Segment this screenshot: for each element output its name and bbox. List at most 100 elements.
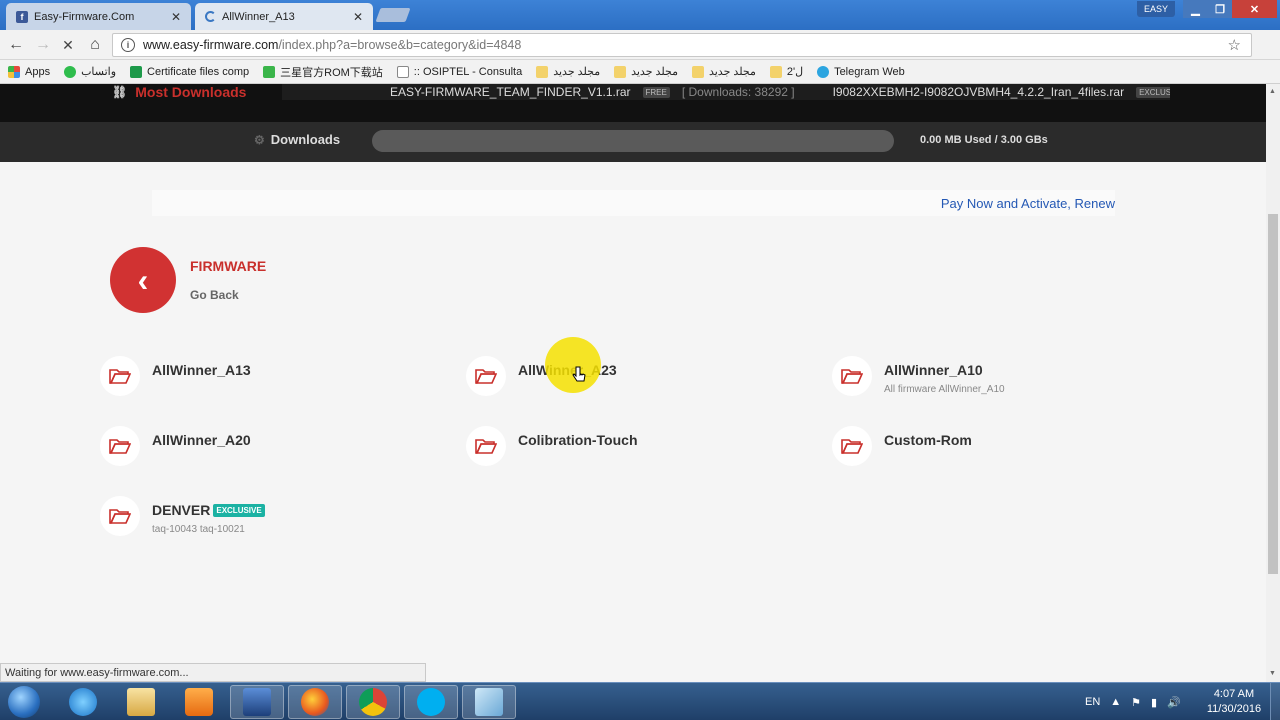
category-name: Colibration-Touch bbox=[518, 432, 638, 448]
category-colibration-touch[interactable]: Colibration-Touch bbox=[466, 426, 638, 466]
r-icon bbox=[263, 65, 276, 78]
go-back-block: ‹ FIRMWARE Go Back bbox=[110, 247, 266, 313]
maximize-button[interactable]: ❐ bbox=[1208, 0, 1232, 18]
taskbar-firefox[interactable] bbox=[288, 685, 342, 719]
minimize-button[interactable]: ▁ bbox=[1183, 0, 1208, 18]
most-downloads-heading: ⛓ Most Downloads bbox=[112, 84, 247, 100]
telegram-icon bbox=[817, 65, 830, 78]
tab-title: AllWinner_A13 bbox=[222, 10, 295, 23]
bookmark-osiptel[interactable]: :: OSIPTEL - Consulta bbox=[396, 65, 522, 78]
ticker-file-link[interactable]: EASY-FIRMWARE_TEAM_FINDER_V1.1.rar bbox=[390, 85, 631, 99]
category-allwinner-a13[interactable]: AllWinner_A13 bbox=[100, 356, 251, 396]
tray-expand-icon[interactable]: ▲ bbox=[1110, 696, 1121, 708]
folder-open-icon bbox=[832, 426, 872, 466]
whatsapp-icon bbox=[64, 65, 77, 78]
page-content: ⛓ Most Downloads EASY-FIRMWARE_TEAM_FIND… bbox=[0, 84, 1266, 666]
downloads-ticker: EASY-FIRMWARE_TEAM_FINDER_V1.1.rar FREE … bbox=[282, 84, 1170, 100]
new-tab-button[interactable] bbox=[375, 8, 411, 22]
info-icon[interactable]: i bbox=[121, 38, 135, 52]
media-player-icon bbox=[185, 688, 213, 716]
taskbar-internet-explorer[interactable] bbox=[56, 685, 110, 719]
language-indicator[interactable]: EN bbox=[1085, 696, 1100, 708]
category-description: taq-10043 taq-10021 bbox=[152, 524, 245, 535]
category-denver[interactable]: DENVER EXCLUSIVE taq-10043 taq-10021 bbox=[100, 496, 265, 536]
cursor-highlight bbox=[545, 337, 601, 393]
forward-arrow-icon[interactable]: → bbox=[32, 34, 54, 56]
downloads-usage-bar: ⚙ Downloads 0.00 MB Used / 3.00 GBs bbox=[0, 122, 1266, 162]
pay-now-link[interactable]: Pay Now and Activate, Renew bbox=[941, 196, 1115, 211]
folder-open-icon bbox=[100, 496, 140, 536]
clock-time: 4:07 AM bbox=[1213, 688, 1255, 700]
back-arrow-icon[interactable]: ← bbox=[5, 34, 27, 56]
browser-toolbar: ← → ✕ ⌂ i www.easy-firmware.com/index.ph… bbox=[0, 30, 1280, 85]
taskbar-file-explorer[interactable] bbox=[114, 685, 168, 719]
firefox-icon bbox=[301, 688, 329, 716]
network-icon[interactable]: ▮ bbox=[1151, 696, 1157, 709]
taskbar-network-tool[interactable] bbox=[230, 685, 284, 719]
windows-logo-icon bbox=[8, 686, 40, 718]
profile-badge[interactable]: EASY bbox=[1137, 1, 1175, 17]
bookmark-samsung-rom[interactable]: 三星官方ROM下载站 bbox=[263, 64, 383, 80]
bookmark-telegram[interactable]: Telegram Web bbox=[817, 65, 905, 78]
category-name: AllWinner_A10 bbox=[884, 362, 983, 378]
show-desktop-button[interactable] bbox=[1270, 683, 1280, 720]
notepad-icon bbox=[475, 688, 503, 716]
back-chevron-button[interactable]: ‹ bbox=[110, 247, 176, 313]
page-scrollbar[interactable]: ▲ ▼ bbox=[1266, 84, 1280, 682]
browser-title-bar: f Easy-Firmware.Com ✕ AllWinner_A13 ✕ EA… bbox=[0, 0, 1280, 30]
bookmark-folder-4[interactable]: 2'ل bbox=[769, 65, 803, 78]
scroll-up-arrow-icon[interactable]: ▲ bbox=[1269, 88, 1276, 95]
bookmark-apps[interactable]: Apps bbox=[8, 65, 50, 78]
close-window-button[interactable]: ✕ bbox=[1232, 0, 1277, 18]
exclusive-badge: EXCLUSIVE bbox=[213, 504, 265, 517]
bookmark-folder-3[interactable]: مجلد جديد bbox=[691, 65, 756, 78]
download-count: [ Downloads: 38292 ] bbox=[681, 85, 795, 99]
bookmarks-bar: Apps واتساب Certificate files comp 三星官方R… bbox=[0, 60, 1280, 84]
system-tray: EN ▲ ⚑ ▮ 🔊 bbox=[1085, 683, 1181, 720]
tab-allwinner-a13[interactable]: AllWinner_A13 ✕ bbox=[195, 3, 373, 30]
close-tab-icon[interactable]: ✕ bbox=[171, 10, 181, 24]
close-tab-icon[interactable]: ✕ bbox=[353, 10, 363, 24]
ticker-file-link[interactable]: I9082XXEBMH2-I9082OJVBMH4_4.2.2_Iran_4fi… bbox=[833, 85, 1125, 99]
taskbar-skype[interactable] bbox=[404, 685, 458, 719]
folder-open-icon bbox=[466, 426, 506, 466]
top-band: ⛓ Most Downloads EASY-FIRMWARE_TEAM_FIND… bbox=[0, 84, 1266, 122]
bookmark-certificate[interactable]: Certificate files comp bbox=[130, 65, 249, 78]
go-back-link[interactable]: Go Back bbox=[190, 288, 266, 302]
scrollbar-thumb[interactable] bbox=[1268, 214, 1278, 574]
bookmark-folder-2[interactable]: مجلد جديد bbox=[614, 65, 678, 78]
apps-grid-icon bbox=[8, 65, 20, 78]
category-custom-rom[interactable]: Custom-Rom bbox=[832, 426, 972, 466]
usage-text: 0.00 MB Used / 3.00 GBs bbox=[920, 134, 1048, 146]
action-center-icon[interactable]: ⚑ bbox=[1131, 696, 1141, 709]
taskbar-chrome[interactable] bbox=[346, 685, 400, 719]
folder-icon bbox=[536, 65, 549, 78]
category-description: All firmware AllWinner_A10 bbox=[884, 384, 1005, 395]
taskbar-media-player[interactable] bbox=[172, 685, 226, 719]
url-text: www.easy-firmware.com/index.php?a=browse… bbox=[143, 38, 522, 52]
tab-easy-firmware[interactable]: f Easy-Firmware.Com ✕ bbox=[6, 3, 191, 30]
folder-open-icon bbox=[466, 356, 506, 396]
volume-icon[interactable]: 🔊 bbox=[1167, 696, 1181, 709]
bookmark-folder-1[interactable]: مجلد جديد bbox=[536, 65, 600, 78]
gear-icon: ⚙ bbox=[254, 132, 265, 147]
category-title[interactable]: FIRMWARE bbox=[190, 258, 266, 274]
scroll-down-arrow-icon[interactable]: ▼ bbox=[1269, 670, 1276, 677]
home-icon[interactable]: ⌂ bbox=[84, 34, 106, 56]
bookmark-star-icon[interactable]: ☆ bbox=[1228, 36, 1241, 54]
exclusive-badge: EXCLUSIVE bbox=[1136, 86, 1170, 98]
taskbar-notepad[interactable] bbox=[462, 685, 516, 719]
start-button[interactable] bbox=[2, 684, 46, 720]
pay-banner: Pay Now and Activate, Renew bbox=[152, 190, 1115, 216]
address-bar[interactable]: i www.easy-firmware.com/index.php?a=brow… bbox=[112, 33, 1252, 57]
folder-icon bbox=[614, 65, 627, 78]
category-allwinner-a20[interactable]: AllWinner_A20 bbox=[100, 426, 251, 466]
bookmark-whatsapp[interactable]: واتساب bbox=[64, 65, 116, 78]
category-allwinner-a10[interactable]: AllWinner_A10 All firmware AllWinner_A10 bbox=[832, 356, 1005, 396]
facebook-icon: f bbox=[16, 10, 28, 23]
stop-loading-icon[interactable]: ✕ bbox=[57, 34, 79, 56]
link-icon: ⛓ bbox=[112, 85, 128, 99]
system-clock[interactable]: 4:07 AM 11/30/2016 bbox=[1200, 687, 1268, 717]
folder-icon bbox=[769, 65, 782, 78]
category-name: DENVER EXCLUSIVE bbox=[152, 502, 265, 518]
